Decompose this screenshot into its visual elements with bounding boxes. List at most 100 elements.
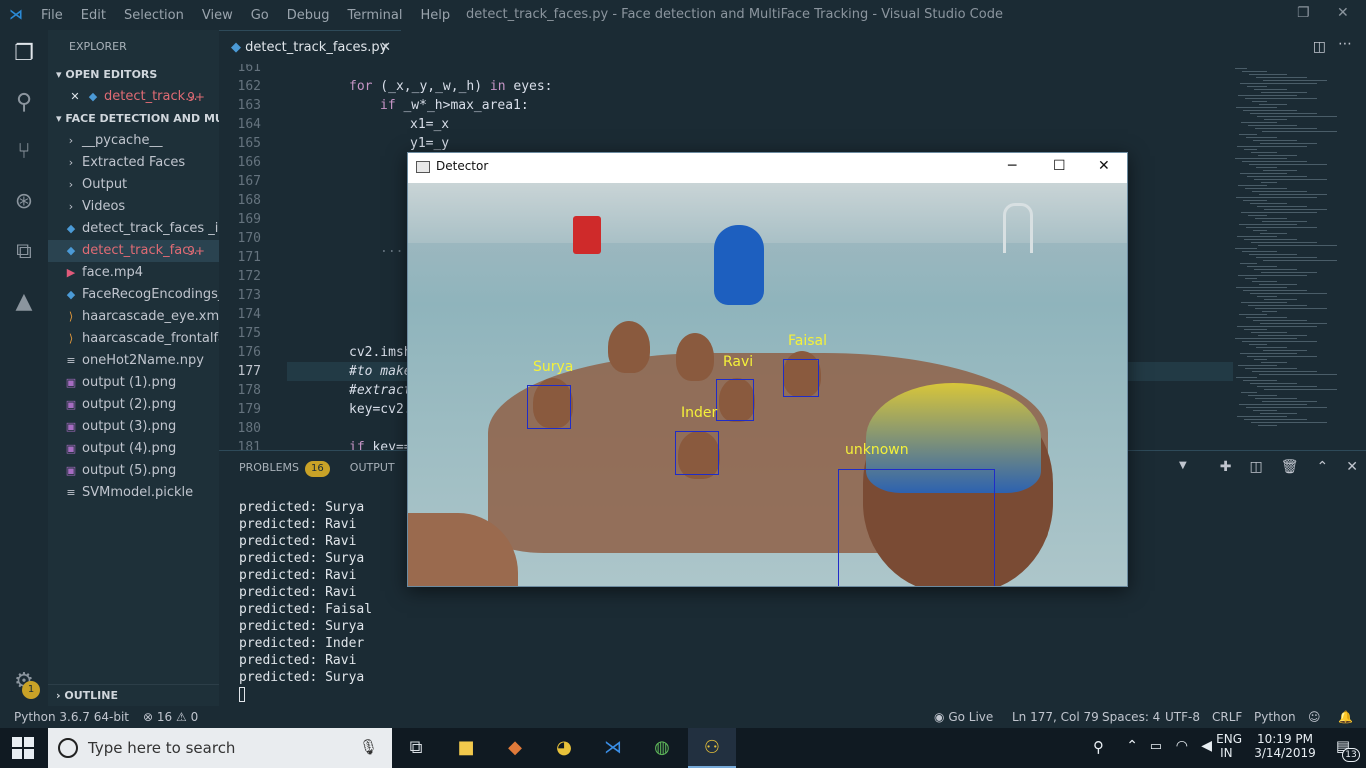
microphone-icon[interactable]: 🎙 [359,738,378,756]
maximize-panel-icon[interactable]: ⌃ [1317,459,1329,475]
explorer-item[interactable]: ⟩ haarcascade_frontalfa... [48,328,219,350]
explorer-item[interactable]: ▣ output (5).png [48,460,219,482]
line-number: 177 [237,364,261,379]
menu-edit[interactable]: Edit [72,8,115,23]
encoding[interactable]: UTF-8 [1165,706,1200,728]
minimap-line [1253,230,1267,231]
menu-terminal[interactable]: Terminal [339,8,412,23]
indentation[interactable]: Spaces: 4 [1102,706,1160,728]
tab-output[interactable]: OUTPUT [350,461,395,477]
detector-window: Detector ─ ☐ ✕ Surya Ravi Faisal Inder u… [407,152,1128,587]
open-editor-item[interactable]: ✕ ◆ detect_track... 9+ [48,86,219,108]
minimap-line [1260,413,1297,414]
menu-view[interactable]: View [193,8,242,23]
clock[interactable]: 10:19 PM 3/14/2019 [1252,732,1318,760]
minimize-icon[interactable]: ─ [1008,158,1016,174]
code-line-171: ... [380,241,404,256]
explorer-item[interactable]: ◆ FaceRecogEncodings_... [48,284,219,306]
python-app-icon[interactable]: ⚇ [688,728,736,768]
terminal-select-chevron-icon[interactable]: ▼ [1179,460,1187,471]
terminal-output[interactable]: predicted: Surya predicted: Ravi predicted… [239,499,372,686]
people-icon[interactable]: ⚲ [1093,738,1104,756]
menu-help[interactable]: Help [411,8,459,23]
python-interpreter[interactable]: Python 3.6.7 64-bit [14,706,129,728]
explorer-item[interactable]: › Extracted Faces [48,152,219,174]
git-app-icon[interactable]: ◆ [491,728,539,768]
explorer-item[interactable]: ▣ output (1).png [48,372,219,394]
minimap-line [1257,386,1317,387]
file-explorer-icon[interactable]: ■ [442,728,490,768]
problems-status[interactable]: ⊗ 16 ⚠ 0 [143,706,198,728]
close-panel-icon[interactable]: ✕ [1346,459,1358,475]
explorer-item[interactable]: ▣ output (3).png [48,416,219,438]
split-editor-icon[interactable]: ◫ [1313,39,1326,55]
menu-go[interactable]: Go [242,8,278,23]
task-view-icon[interactable]: ⧉ [392,728,440,768]
tab-problems[interactable]: PROBLEMS 16 [239,461,330,477]
explorer-item[interactable]: ▣ output (2).png [48,394,219,416]
minimap-line [1248,125,1297,126]
minimap-line [1237,236,1277,237]
chrome-icon[interactable]: ◕ [540,728,588,768]
outline-section[interactable]: › OUTLINE [48,684,219,706]
terminal-line: predicted: Surya [239,500,365,515]
menu-bar: File Edit Selection View Go Debug Termin… [32,8,459,23]
close-icon[interactable]: ✕ [1098,158,1110,174]
new-terminal-icon[interactable]: ✚ [1220,459,1232,475]
explorer-item[interactable]: ▶ face.mp4 [48,262,219,284]
feedback-smiley-icon[interactable]: ☺ [1308,706,1321,728]
extensions-icon[interactable]: ⧉ [8,236,40,268]
notification-bell-icon[interactable]: 🔔 [1338,706,1353,728]
windows-start-icon[interactable] [12,737,34,759]
video-file-icon: ▶ [66,266,76,279]
open-editors-section[interactable]: ▾ OPEN EDITORS [48,64,219,86]
vscode-taskbar-icon[interactable]: ⋊ [589,728,637,768]
volume-icon[interactable]: ◀ [1201,738,1212,754]
menu-selection[interactable]: Selection [115,8,193,23]
wifi-icon[interactable]: ◠ [1176,738,1188,754]
explorer-item[interactable]: › Videos [48,196,219,218]
menu-file[interactable]: File [32,8,72,23]
chevron-right-icon: › [68,134,74,147]
restore-icon[interactable]: ❐ [1297,5,1310,21]
chevron-up-icon[interactable]: ⌃ [1126,738,1138,754]
language-mode[interactable]: Python [1254,706,1296,728]
explorer-item[interactable]: ⟩ haarcascade_eye.xml [48,306,219,328]
minimap[interactable] [1233,64,1366,450]
line-ending[interactable]: CRLF [1212,706,1242,728]
go-live-button[interactable]: ◉ Go Live [934,706,993,728]
project-section[interactable]: ▾ FACE DETECTION AND MU... [48,108,219,130]
azure-icon[interactable]: ▲ [8,286,40,318]
menu-debug[interactable]: Debug [278,8,339,23]
app-window-icon [416,161,430,173]
explorer-item[interactable]: ▣ output (4).png [48,438,219,460]
battery-icon[interactable]: ▭ [1150,739,1162,754]
taskbar-search[interactable]: Type here to search 🎙 [48,728,392,768]
cursor-position[interactable]: Ln 177, Col 79 [1012,706,1099,728]
split-terminal-icon[interactable]: ◫ [1250,459,1263,475]
explorer-item[interactable]: ◆ detect_track_faces _i... [48,218,219,240]
minimap-line [1253,140,1297,141]
maximize-icon[interactable]: ☐ [1053,158,1066,174]
explorer-icon[interactable]: ❐ [8,38,40,70]
source-control-icon[interactable]: ⑂ [8,136,40,168]
close-window-icon[interactable]: ✕ [1337,5,1349,21]
explorer-item[interactable]: ◆ detect_track_fac... 9+ [48,240,219,262]
trash-icon[interactable]: 🗑 [1281,459,1299,475]
debug-icon[interactable]: ⊛ [8,186,40,218]
explorer-item[interactable]: ≡ SVMmodel.pickle [48,482,219,504]
language-indicator[interactable]: ENG IN [1216,732,1242,760]
search-icon[interactable]: ⚲ [8,87,40,119]
face-label-surya: Surya [533,359,574,375]
tab-detect-track-faces[interactable]: ◆ detect_track_faces.py ✕ [219,30,401,64]
close-tab-icon[interactable]: ✕ [380,31,391,65]
explorer-item[interactable]: ≡ oneHot2Name.npy [48,350,219,372]
python-file-icon: ◆ [66,222,76,235]
more-actions-icon[interactable]: ⋯ [1338,36,1352,52]
explorer-item[interactable]: › __pycache__ [48,130,219,152]
close-icon[interactable]: ✕ [68,86,82,108]
minimap-line [1249,74,1287,75]
globe-app-icon[interactable]: ◍ [638,728,686,768]
explorer-item[interactable]: › Output [48,174,219,196]
face-label-faisal: Faisal [788,333,827,349]
